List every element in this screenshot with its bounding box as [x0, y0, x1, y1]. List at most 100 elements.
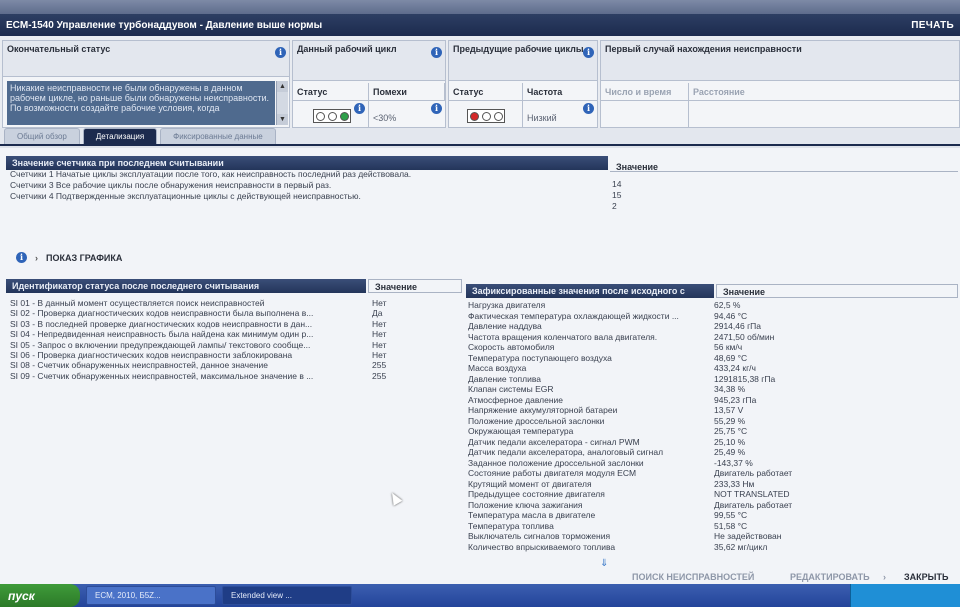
counter-row-label: Счетчики 4 Подтвержденные эксплуатационн… [10, 191, 361, 201]
frozen-row-value: 55,29 % [714, 415, 746, 426]
print-button[interactable]: ПЕЧАТЬ [911, 20, 954, 31]
chevron-right-icon: › [35, 252, 38, 263]
frozen-row-label: Положение дроссельной заслонки [468, 415, 605, 426]
frozen-row-value: 99,55 °C [714, 510, 748, 520]
traffic-light-icon [313, 109, 351, 123]
status-id-row-label: SI 08 - Счетчик обнаруженных неисправнос… [10, 360, 268, 371]
frozen-row-value: 35,62 мг/цикл [714, 541, 768, 552]
chevron-right-icon: › [883, 572, 886, 582]
start-button[interactable]: пуск [0, 584, 80, 607]
scroll-down-icon[interactable]: ⇓ [600, 558, 608, 569]
start-label: пуск [8, 588, 35, 603]
frozen-row-value: 945,23 гПа [714, 394, 757, 405]
frozen-row-label: Предыдущее состояние двигателя [468, 489, 605, 499]
window-top-strip [0, 0, 960, 14]
final-status-label: Окончательный статус [7, 44, 111, 54]
info-icon[interactable]: i [354, 103, 365, 114]
counter-row-value: 15 [612, 190, 622, 200]
info-icon[interactable]: i [583, 103, 594, 114]
info-icon[interactable]: i [583, 47, 594, 58]
current-cycle-status-header: Статус [293, 83, 369, 101]
previous-cycles-label: Предыдущие рабочие циклы [453, 44, 584, 54]
counter-row-label: Счетчики 3 Все рабочие циклы после обнар… [10, 180, 332, 190]
status-id-row-label: SI 06 - Проверка диагностических кодов н… [10, 350, 293, 360]
frozen-row-value: 25,49 % [714, 447, 746, 457]
status-id-row-label: SI 05 - Запрос о включении предупреждающ… [10, 339, 311, 350]
status-panel: Окончательный статус i Никакие неисправн… [0, 36, 960, 132]
frozen-row-label: Нагрузка двигателя [468, 300, 546, 310]
status-id-row-label: SI 02 - Проверка диагностических кодов н… [10, 308, 314, 319]
counter-row-value: 14 [612, 179, 622, 189]
previous-cycles-status-cell [449, 101, 523, 129]
scroll-up-icon[interactable]: ▲ [277, 81, 288, 92]
first-detection-header: Первый случай нахождения неисправности [601, 41, 959, 81]
frozen-row-value: 62,5 % [714, 300, 741, 310]
info-icon[interactable]: i [431, 103, 442, 114]
tab-details[interactable]: Детализация [82, 128, 158, 144]
edit-button[interactable]: РЕДАКТИРОВАТЬ [790, 572, 870, 582]
tab-frozen-data[interactable]: Фиксированные данные [160, 128, 276, 144]
counters-header: Значение счетчика при последнем считыван… [6, 156, 608, 170]
taskbar: пуск ECM, 2010, Б5Z... Extended view ... [0, 584, 960, 607]
show-graph[interactable]: i › ПОКАЗ ГРАФИКА [16, 252, 122, 263]
previous-cycles-box: Предыдущие рабочие циклы i Статус Частот… [448, 40, 598, 129]
previous-cycles-header: Предыдущие рабочие циклы i [449, 41, 597, 81]
status-id-row-value: Нет [372, 298, 387, 308]
frozen-row-label: Окружающая температура [468, 426, 574, 436]
info-icon[interactable]: i [431, 47, 442, 58]
frozen-row-label: Клапан системы EGR [468, 384, 554, 394]
final-status-header: Окончательный статус i [3, 41, 289, 77]
frozen-row-label: Количество впрыскиваемого топлива [468, 541, 616, 552]
status-id-row-value: Да [372, 308, 383, 319]
frozen-row-label: Частота вращения коленчатого вала двигат… [468, 331, 658, 342]
status-id-row-value: Нет [372, 350, 387, 360]
light-green-icon [339, 111, 349, 121]
first-detection-label: Первый случай нахождения неисправности [605, 44, 802, 54]
status-id-row-label: SI 03 - В последней проверке диагностиче… [10, 318, 313, 329]
taskbar-item[interactable]: ECM, 2010, Б5Z... [86, 586, 216, 605]
status-id-row-value: Нет [372, 318, 387, 329]
frozen-row-value: NOT TRANSLATED [714, 489, 790, 499]
show-graph-label[interactable]: ПОКАЗ ГРАФИКА [46, 253, 122, 263]
frozen-row-label: Температура масла в двигателе [468, 510, 596, 520]
final-status-scrollbar[interactable]: ▲ ▼ [276, 81, 288, 125]
frozen-row-label: Заданное положение дроссельной заслонки [468, 457, 644, 468]
final-status-box: Окончательный статус i Никакие неисправн… [2, 40, 290, 128]
window-title-bar: ECM-1540 Управление турбонаддувом - Давл… [0, 14, 960, 36]
frozen-row-value: Двигатель работает [714, 499, 793, 510]
light-off-icon [315, 111, 325, 121]
status-id-row-value: 255 [372, 370, 387, 381]
status-id-row-label: SI 04 - Непредвиденная неисправность был… [10, 329, 314, 340]
current-cycle-noise-cell: <30% i [369, 101, 445, 129]
noise-value: <30% [373, 113, 397, 123]
scroll-down-icon[interactable]: ▼ [277, 114, 288, 125]
status-ids-header: Идентификатор статуса после последнего с… [6, 279, 366, 293]
window-title: ECM-1540 Управление турбонаддувом - Давл… [6, 19, 323, 31]
frozen-row-value: 2914,46 гПа [714, 321, 762, 331]
current-cycle-label: Данный рабочий цикл [297, 44, 397, 54]
tab-bar: Общий обзор Детализация Фиксированные да… [0, 128, 960, 146]
frozen-row-value: 13,57 V [714, 405, 744, 415]
traffic-light-icon [467, 109, 505, 123]
frozen-row-value: 2471,50 об/мин [714, 331, 775, 342]
status-id-row-label: SI 09 - Счетчик обнаруженных неисправнос… [10, 370, 314, 381]
info-icon[interactable]: i [275, 47, 286, 58]
frozen-row-label: Скорость автомобиля [468, 342, 555, 352]
taskbar-item[interactable]: Extended view ... [222, 586, 352, 605]
number-time-cell [601, 101, 689, 129]
previous-cycles-frequency-cell: Низкий i [523, 101, 597, 129]
system-tray [850, 584, 960, 607]
info-icon[interactable]: i [16, 252, 27, 263]
current-cycle-noise-header: Помехи [369, 83, 445, 101]
light-red-icon [469, 111, 479, 121]
current-cycle-header: Данный рабочий цикл i [293, 41, 445, 81]
tab-overview[interactable]: Общий обзор [4, 128, 80, 144]
frozen-row-label: Выключатель сигналов торможения [468, 531, 611, 541]
frozen-row-value: 94,46 °C [714, 310, 748, 321]
search-faults-button[interactable]: ПОИСК НЕИСПРАВНОСТЕЙ [632, 572, 754, 582]
current-cycle-box: Данный рабочий цикл i Статус Помехи i <3… [292, 40, 446, 129]
frozen-row-value: -143,37 % [714, 457, 753, 468]
light-off-icon [493, 111, 503, 121]
close-button[interactable]: ЗАКРЫТЬ [904, 572, 948, 582]
status-id-row-label: SI 01 - В данный момент осуществляется п… [10, 298, 265, 308]
